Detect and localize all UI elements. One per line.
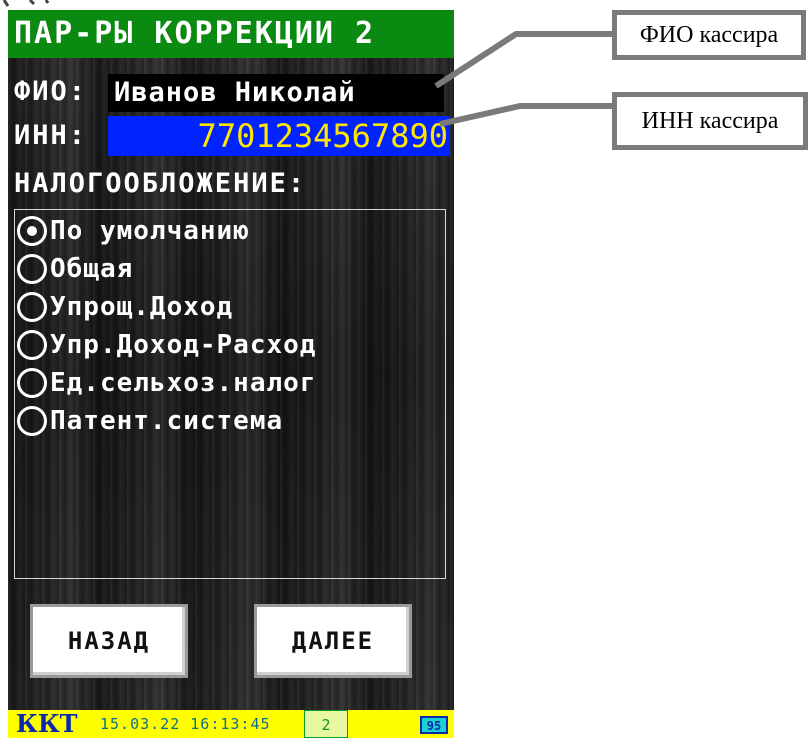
datetime: 15.03.22 16:13:45 [100,715,271,733]
radio-icon[interactable] [17,330,47,360]
screen-title: ПАР-РЫ КОРРЕКЦИИ 2 [8,10,454,58]
tax-option-simplified-income[interactable]: Упрощ.Доход [17,288,233,326]
tax-option-patent[interactable]: Патент.система [17,402,283,440]
tax-option-simplified-income-expense[interactable]: Упр.Доход-Расход [17,326,316,364]
fio-field[interactable]: Иванов Николай [108,74,444,112]
taxation-label: НАЛОГООБЛОЖЕНИЕ: [14,168,307,199]
radio-icon[interactable] [17,292,47,322]
radio-selected-icon[interactable] [17,216,47,246]
tax-option-label: По умолчанию [50,216,250,246]
inn-label: ИНН: [14,120,88,151]
fio-leader-line [434,31,612,89]
radio-icon[interactable] [17,254,47,284]
tax-option-default[interactable]: По умолчанию [17,212,250,250]
fio-callout: ФИО кассира [612,10,806,60]
status-bar: ККТ 15.03.22 16:13:45 2 95 [8,710,454,738]
taxation-options-list: По умолчанию Общая Упрощ.Доход Упр.Доход… [14,209,446,579]
next-button[interactable]: ДАЛЕЕ [254,604,412,678]
device-screen: ПАР-РЫ КОРРЕКЦИИ 2 ФИО: Иванов Николай И… [8,10,454,738]
tax-option-label: Упр.Доход-Расход [50,330,317,360]
back-button[interactable]: НАЗАД [30,604,188,678]
device-label: ККТ [16,709,78,738]
inn-callout-text: ИНН кассира [641,107,779,134]
radio-icon[interactable] [17,406,47,436]
tax-option-label: Патент.система [50,406,284,436]
radio-icon[interactable] [17,368,47,398]
inn-callout: ИНН кассира [612,92,808,150]
fio-label: ФИО: [14,76,88,107]
document-counter: 2 [304,710,348,738]
tax-option-agricultural[interactable]: Ед.сельхоз.налог [17,364,316,402]
tax-option-label: Ед.сельхоз.налог [50,368,317,398]
fio-callout-text: ФИО кассира [639,21,779,48]
battery-icon: 95 [420,716,448,734]
inn-leader-line [439,103,612,127]
tax-option-label: Упрощ.Доход [50,292,234,322]
tax-option-label: Общая [50,254,134,284]
cropped-top-mark [2,0,50,7]
inn-field[interactable]: 7701234567890 [108,116,450,156]
tax-option-general[interactable]: Общая [17,250,133,288]
